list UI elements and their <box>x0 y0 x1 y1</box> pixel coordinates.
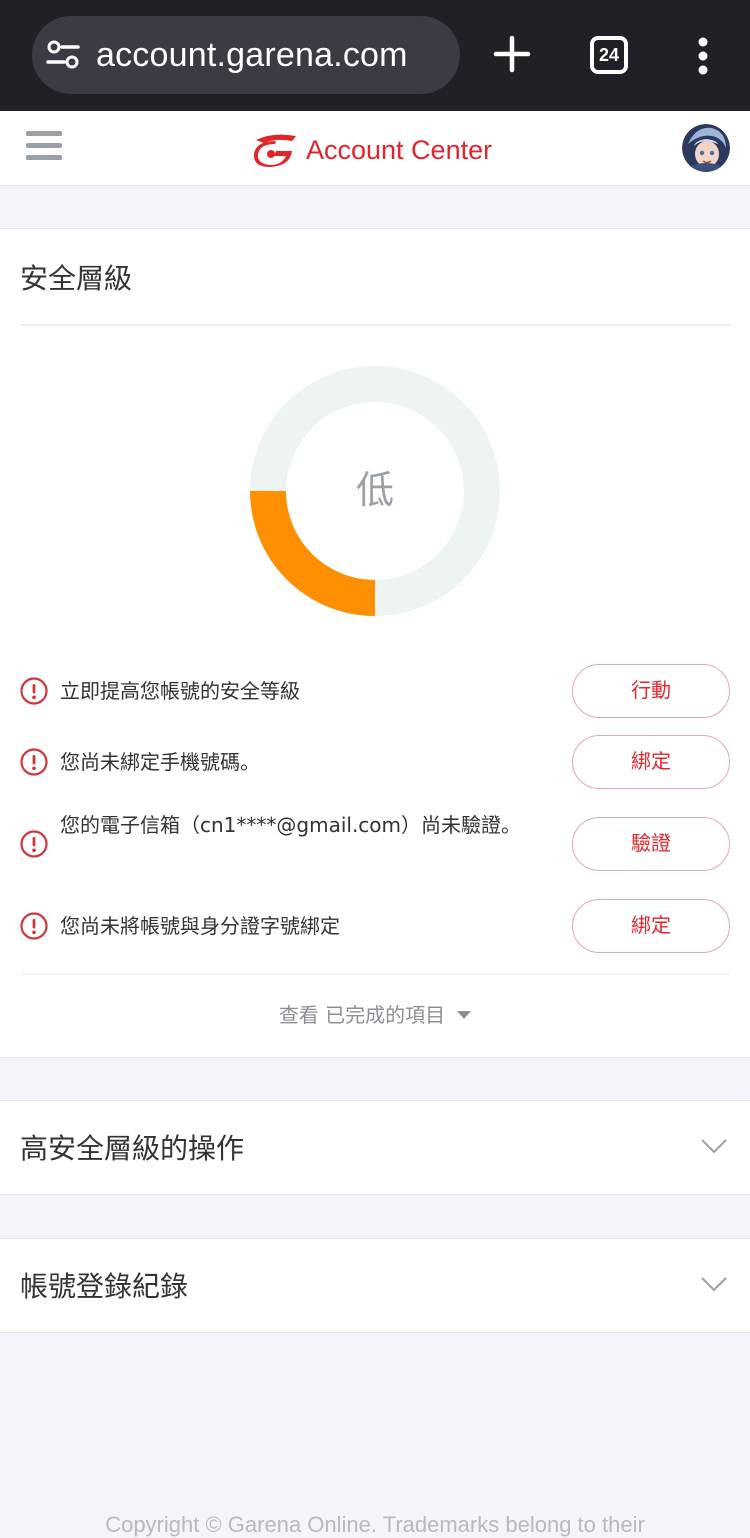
login-history-section[interactable]: 帳號登錄紀錄 <box>0 1238 750 1333</box>
alert-icon <box>20 912 48 940</box>
divider <box>20 974 730 975</box>
section-title: 帳號登錄紀錄 <box>20 1270 189 1303</box>
chevron-down-icon <box>701 1277 727 1292</box>
bind-phone-button[interactable]: 綁定 <box>572 735 730 789</box>
brand-title: Account Center <box>306 134 493 165</box>
verify-email-button[interactable]: 驗證 <box>572 817 730 871</box>
bind-id-button[interactable]: 綁定 <box>572 899 730 953</box>
alert-icon <box>20 677 48 705</box>
alert-icon <box>20 830 48 858</box>
section-title: 高安全層級的操作 <box>20 1132 245 1165</box>
security-title: 安全層級 <box>20 262 133 295</box>
caret-down-icon <box>457 1010 472 1019</box>
tab-switcher-button[interactable]: 24 <box>590 36 628 74</box>
footer-copyright: Copyright © Garena Online. Trademarks be… <box>105 1512 645 1537</box>
action-button[interactable]: 行動 <box>572 664 730 718</box>
brand-logo-link[interactable]: Account Center <box>252 130 492 170</box>
view-completed-toggle[interactable]: 查看 已完成的項目 <box>0 999 750 1028</box>
plus-icon[interactable] <box>488 30 536 78</box>
high-security-operations-section[interactable]: 高安全層級的操作 <box>0 1100 750 1195</box>
security-level-card: 安全層級 低 立即提高您帳號的安全等級 行動 您尚未綁定手機號碼。 綁定 您的電… <box>0 228 750 1058</box>
hamburger-menu-icon[interactable] <box>26 131 62 163</box>
divider <box>20 324 730 326</box>
tune-icon[interactable] <box>46 40 80 70</box>
alert-icon <box>20 748 48 776</box>
task-text: 您尚未將帳號與身分證字號綁定 <box>60 914 340 938</box>
task-text: 您的電子信箱（cn1****@gmail.com）尚未驗證。 <box>60 813 522 837</box>
browser-toolbar: account.garena.com 24 <box>0 0 750 111</box>
more-vert-icon[interactable] <box>690 36 716 76</box>
task-text: 立即提高您帳號的安全等級 <box>60 679 300 703</box>
chevron-down-icon <box>701 1139 727 1154</box>
site-header: Account Center <box>0 111 750 186</box>
security-level-label: 低 <box>355 468 394 512</box>
view-completed-label: 查看 已完成的項目 <box>278 1003 446 1027</box>
task-text: 您尚未綁定手機號碼。 <box>60 750 260 774</box>
garena-logo-icon <box>253 134 296 167</box>
url-text[interactable]: account.garena.com <box>96 36 408 75</box>
avatar[interactable] <box>682 124 730 172</box>
